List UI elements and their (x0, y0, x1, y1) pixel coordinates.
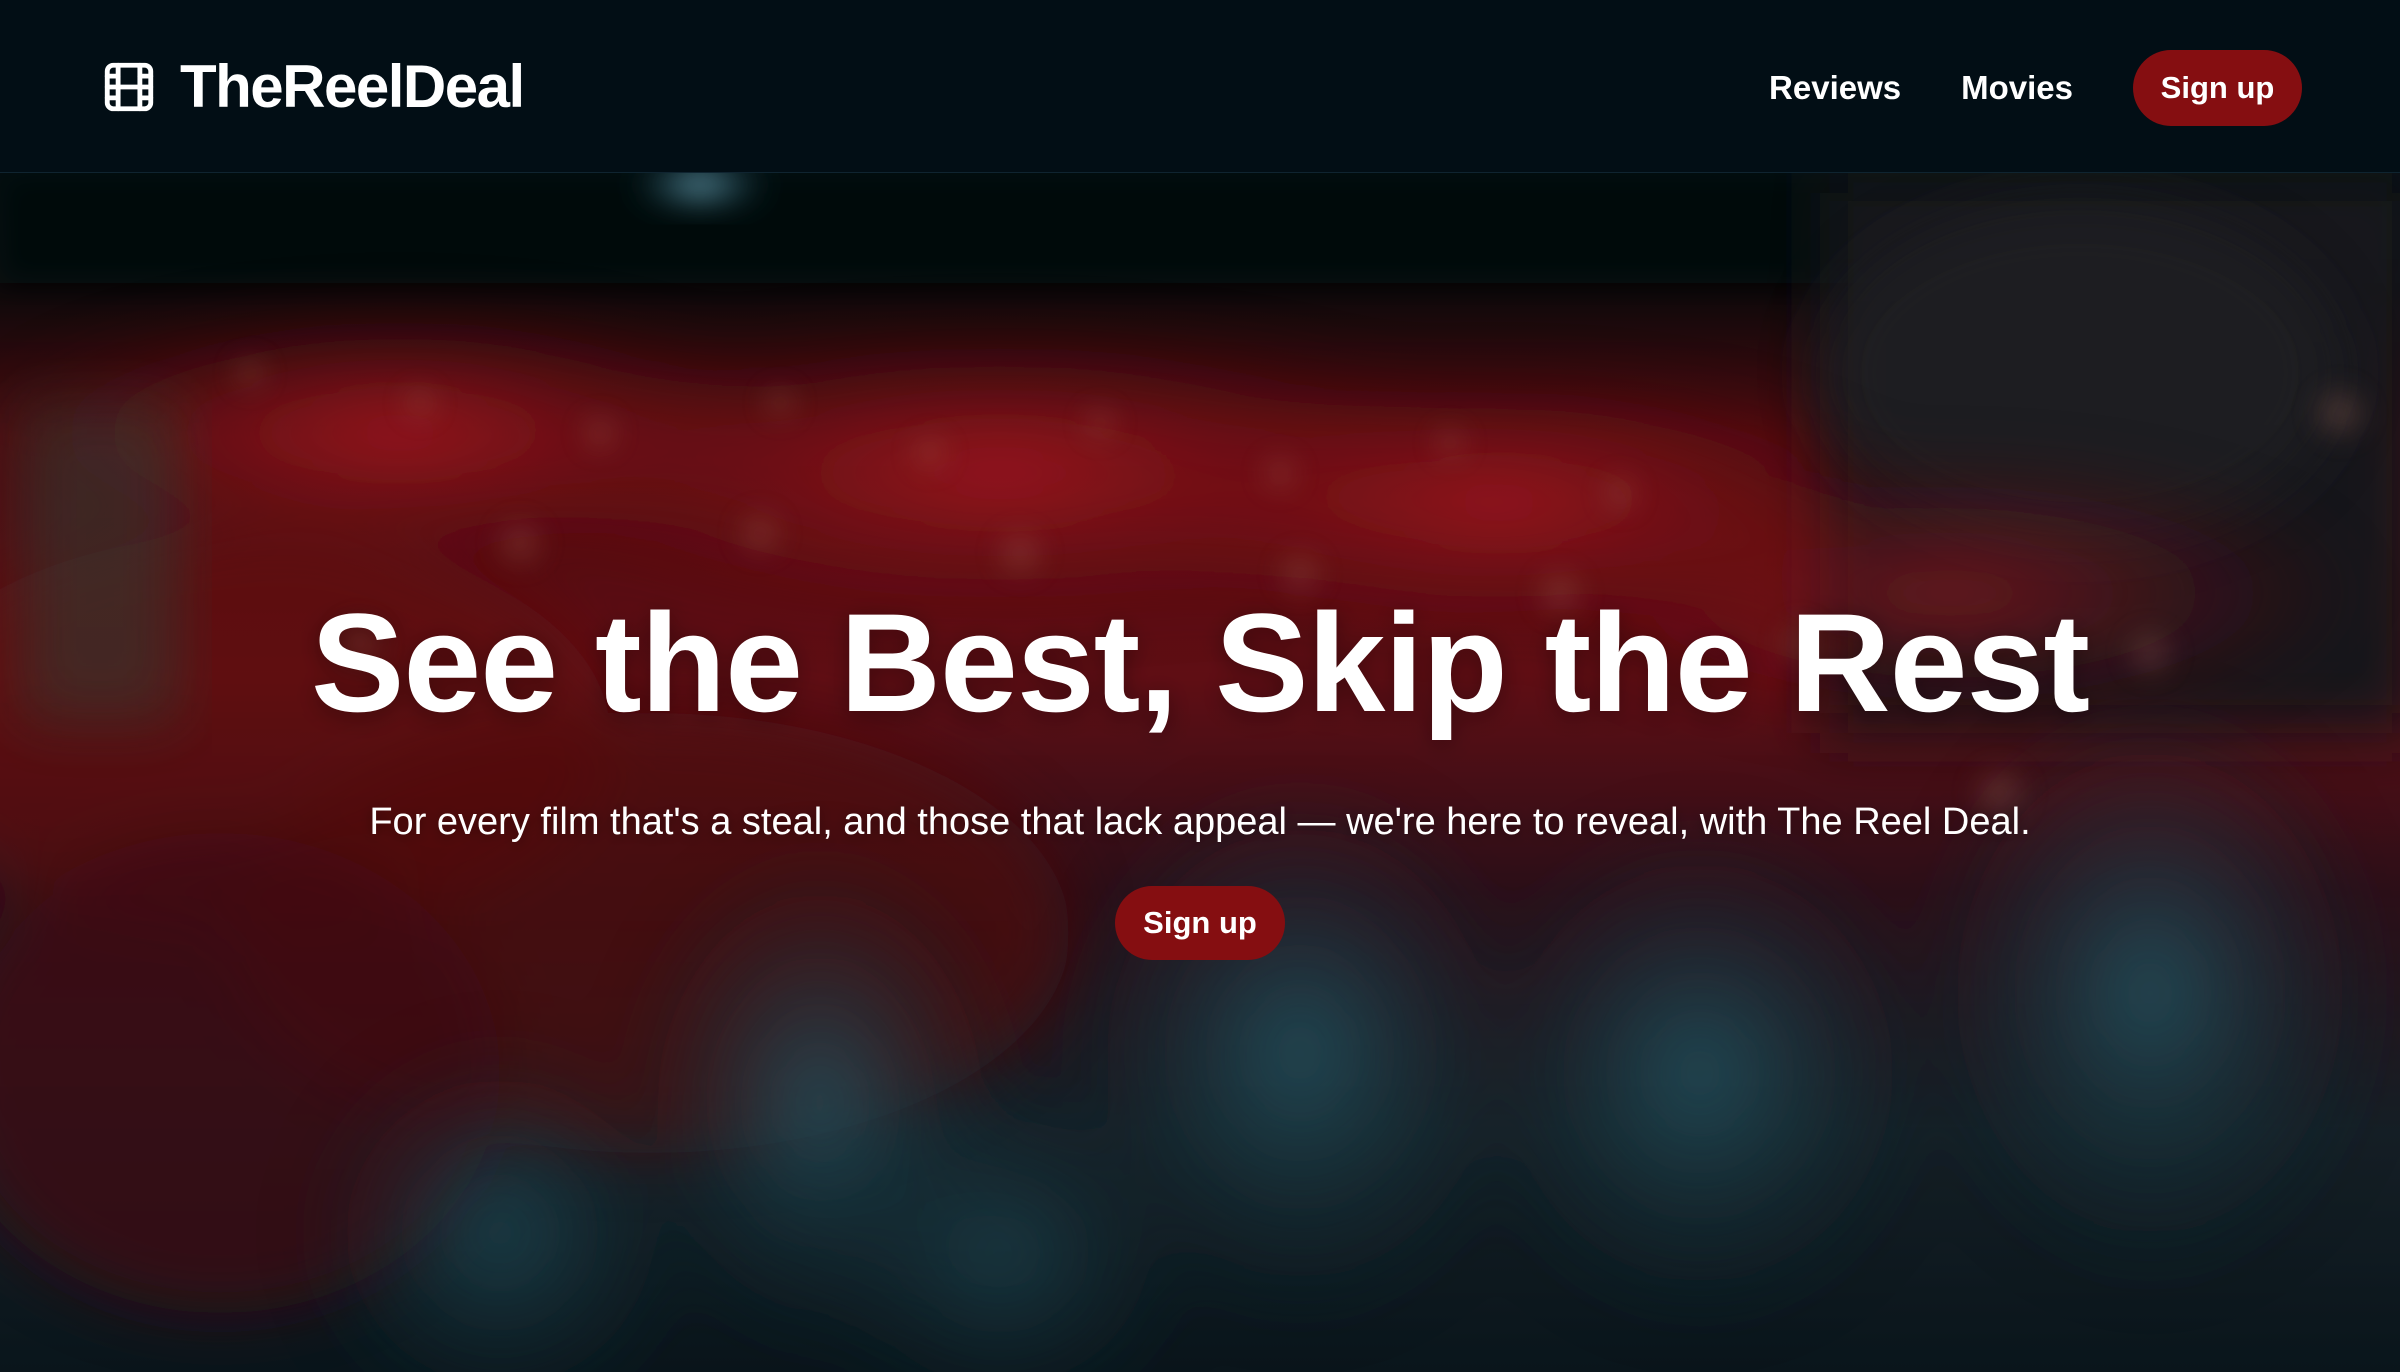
hero-title: See the Best, Skip the Rest (310, 584, 2090, 741)
brand-name: TheReelDeal (180, 53, 525, 120)
nav-signup-button[interactable]: Sign up (2133, 50, 2302, 126)
landing-page: TheReelDeal Reviews Movies Sign up See t… (0, 0, 2400, 1372)
primary-nav: Reviews Movies Sign up (1769, 50, 2302, 126)
hero-subtitle: For every film that's a steal, and those… (369, 801, 2031, 843)
nav-link-reviews[interactable]: Reviews (1769, 69, 1901, 107)
hero-content: See the Best, Skip the Rest For every fi… (0, 173, 2400, 1372)
hero-signup-button[interactable]: Sign up (1115, 886, 1285, 960)
top-navbar: TheReelDeal Reviews Movies Sign up (0, 0, 2400, 173)
brand-logo-link[interactable]: TheReelDeal (100, 53, 525, 120)
film-icon (104, 62, 154, 112)
nav-link-movies[interactable]: Movies (1961, 69, 2073, 107)
hero-section: See the Best, Skip the Rest For every fi… (0, 173, 2400, 1372)
